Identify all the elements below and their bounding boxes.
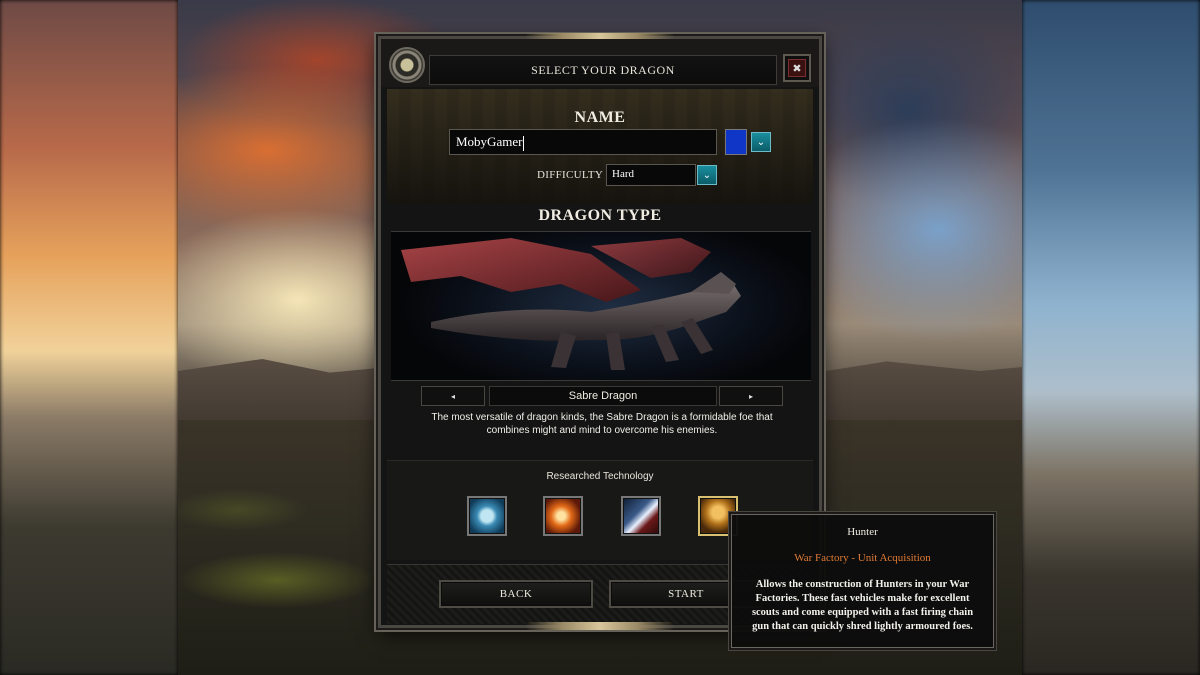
dialog-bottom-ornament [525, 622, 675, 630]
player-name-value: MobyGamer [456, 134, 523, 149]
dragon-type-name: Sabre Dragon [489, 386, 717, 406]
close-button[interactable]: ✖ [783, 54, 811, 82]
difficulty-label: DIFFICULTY [537, 169, 604, 181]
researched-technology-heading: Researched Technology [546, 471, 654, 482]
close-icon: ✖ [788, 59, 806, 77]
dragon-type-selector: ◂ Sabre Dragon ▸ [421, 386, 783, 406]
player-color-swatch[interactable] [725, 129, 747, 155]
chevron-down-icon: ⌄ [702, 169, 712, 181]
next-dragon-button[interactable]: ▸ [719, 386, 783, 406]
tooltip-subtitle: War Factory - Unit Acquisition [794, 552, 931, 564]
dialog-titlebar: SELECT YOUR DRAGON ✖ [381, 39, 819, 87]
chevron-down-icon: ⌄ [756, 136, 766, 148]
dragon-preview [391, 231, 811, 381]
chevron-right-icon: ▸ [748, 391, 753, 401]
chevron-left-icon: ◂ [450, 391, 455, 401]
dragon-type-heading: DRAGON TYPE [538, 207, 662, 224]
color-dropdown-button[interactable]: ⌄ [751, 132, 771, 152]
difficulty-dropdown-button[interactable]: ⌄ [697, 165, 717, 185]
dragon-illustration [401, 238, 741, 370]
tooltip-title: Hunter [847, 526, 878, 538]
previous-dragon-button[interactable]: ◂ [421, 386, 485, 406]
dragon-description: The most versatile of dragon kinds, the … [431, 412, 773, 436]
text-caret [523, 135, 525, 151]
speed-arrow-icon[interactable] [467, 496, 507, 536]
technology-tooltip: Hunter War Factory - Unit Acquisition Al… [731, 514, 994, 648]
tooltip-body: Allows the construction of Hunters in yo… [751, 579, 974, 632]
dialog-title: SELECT YOUR DRAGON [429, 55, 777, 85]
gear-emblem-icon [389, 47, 425, 83]
player-name-input[interactable]: MobyGamer [449, 129, 717, 155]
blurred-background-left [0, 0, 178, 675]
difficulty-select[interactable]: Hard [606, 164, 696, 186]
fire-burst-icon[interactable] [543, 496, 583, 536]
blurred-background-right [1022, 0, 1200, 675]
strike-arrow-icon[interactable] [621, 496, 661, 536]
difficulty-value: Hard [612, 168, 634, 180]
back-button[interactable]: BACK [439, 580, 593, 608]
name-heading: NAME [574, 109, 626, 126]
